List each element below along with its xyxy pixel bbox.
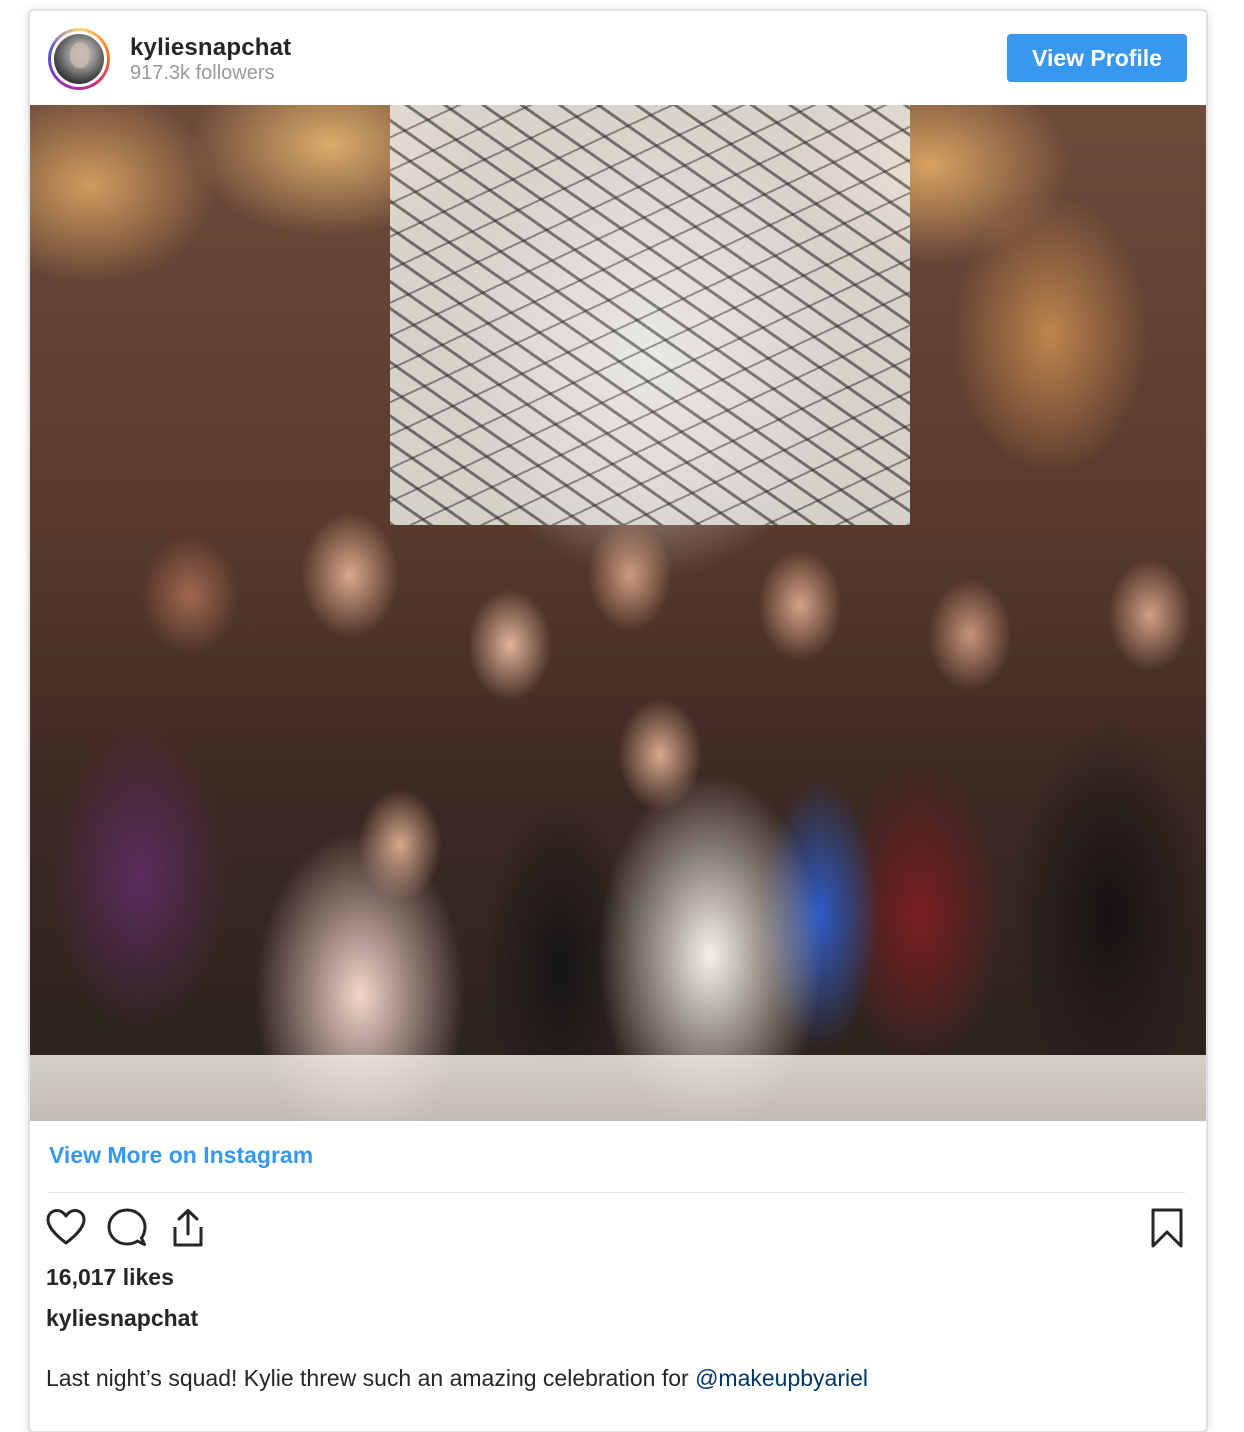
bookmark-icon[interactable] — [1146, 1207, 1188, 1249]
caption-text: Last night’s squad! Kylie threw such an … — [46, 1365, 696, 1391]
share-icon[interactable] — [167, 1207, 209, 1249]
like-count[interactable]: 16,017 likes — [46, 1264, 174, 1291]
comment-icon[interactable] — [106, 1207, 148, 1249]
view-more-link[interactable]: View More on Instagram — [49, 1142, 313, 1169]
caption-username[interactable]: kyliesnapchat — [46, 1305, 198, 1332]
post-photo[interactable] — [30, 105, 1206, 1121]
avatar-image — [54, 34, 104, 84]
username[interactable]: kyliesnapchat — [130, 34, 291, 62]
heart-icon[interactable] — [45, 1207, 87, 1249]
follower-count: 917.3k followers — [130, 62, 275, 84]
caption-mention[interactable]: @makeupbyariel — [695, 1365, 868, 1391]
photo-chairs — [30, 1055, 1206, 1121]
post-header: kyliesnapchat 917.3k followers View Prof… — [30, 11, 1206, 105]
avatar[interactable] — [48, 28, 110, 90]
instagram-embed: kyliesnapchat 917.3k followers View Prof… — [29, 10, 1207, 1432]
view-profile-button[interactable]: View Profile — [1007, 34, 1187, 82]
photo-group — [30, 355, 1206, 1121]
divider — [49, 1192, 1185, 1193]
caption: Last night’s squad! Kylie threw such an … — [46, 1365, 868, 1392]
avatar-border — [51, 31, 107, 87]
